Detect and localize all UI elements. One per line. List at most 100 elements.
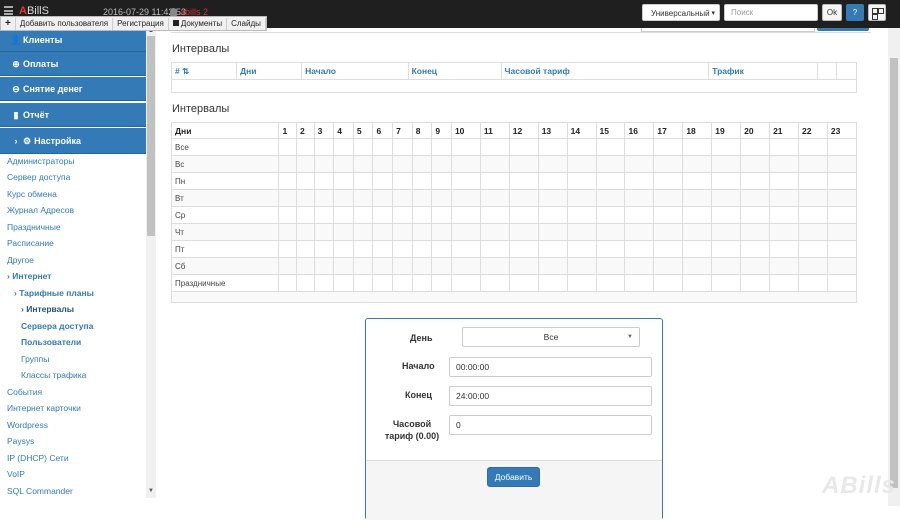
sidebar-item-withdraw[interactable]: ⊖ Снятие денег bbox=[0, 77, 146, 101]
grid-cell bbox=[682, 274, 713, 292]
qr-code-button[interactable] bbox=[868, 4, 886, 21]
grid-header-hour: 19 bbox=[711, 122, 742, 139]
sidebar-sub-ip-dhcp[interactable]: IP (DHCP) Сети bbox=[7, 453, 69, 463]
sidebar-sub-traffic-classes[interactable]: Классы трафика bbox=[21, 370, 86, 380]
grid-cell bbox=[431, 155, 452, 173]
grid-cell bbox=[450, 206, 481, 224]
sidebar-sub-admins[interactable]: Администраторы bbox=[7, 156, 74, 166]
grid-row: Сб bbox=[170, 257, 858, 275]
sidebar-item-clients[interactable]: 👤Клиенты bbox=[0, 28, 146, 52]
search-ok-button[interactable]: Ok bbox=[822, 4, 842, 21]
grid-cell bbox=[624, 223, 655, 241]
scroll-down-icon[interactable]: ▼ bbox=[148, 488, 154, 494]
sidebar-sub-holidays[interactable]: Праздничные bbox=[7, 222, 61, 232]
grid-cell bbox=[431, 189, 452, 207]
add-button[interactable]: Добавить bbox=[487, 467, 540, 487]
grid-cell bbox=[431, 257, 452, 275]
sidebar-sub-address-log[interactable]: Журнал Адресов bbox=[7, 205, 74, 215]
quick-add-user[interactable]: Добавить пользователя bbox=[16, 17, 114, 30]
grid-cell bbox=[411, 155, 433, 173]
grid-header-hour: 13 bbox=[537, 122, 568, 139]
grid-cell bbox=[566, 172, 597, 190]
grid-cell bbox=[653, 223, 684, 241]
grid-cell bbox=[392, 240, 413, 258]
caret-down-icon: ▾ bbox=[711, 10, 715, 17]
grid-cell bbox=[653, 274, 684, 292]
sidebar-scroll-thumb[interactable] bbox=[147, 36, 155, 236]
grid-cell bbox=[769, 172, 799, 190]
grid-cell bbox=[624, 257, 655, 275]
grid-cell bbox=[566, 240, 597, 258]
sidebar-sub-users[interactable]: Пользователи bbox=[21, 337, 81, 347]
grid-cell bbox=[566, 138, 597, 156]
page-scroll-thumb[interactable] bbox=[890, 58, 898, 488]
grid-cell bbox=[352, 223, 374, 241]
grid-day-label: Пн bbox=[170, 172, 280, 190]
partial-input[interactable] bbox=[641, 28, 815, 32]
quick-documents[interactable]: Документы bbox=[169, 17, 228, 30]
grid-cell bbox=[411, 240, 433, 258]
sort-icon[interactable]: ⇅ bbox=[182, 66, 189, 76]
grid-cell bbox=[372, 172, 394, 190]
sidebar-sub-sql-commander[interactable]: SQL Commander bbox=[7, 486, 73, 496]
quick-slides[interactable]: Слайды bbox=[227, 17, 266, 30]
sidebar-sub-voip[interactable]: VoIP bbox=[7, 469, 25, 479]
hamburger-menu-icon[interactable] bbox=[4, 6, 13, 15]
grid-cell bbox=[537, 138, 568, 156]
plus-icon[interactable]: + bbox=[1, 17, 16, 30]
sidebar-sub-groups[interactable]: Группы bbox=[21, 354, 49, 364]
sidebar-sub-paysys[interactable]: Paysys bbox=[7, 436, 34, 446]
quick-registration[interactable]: Регистрация bbox=[113, 17, 169, 30]
sidebar-item-payments[interactable]: ⊕ Оплаты bbox=[0, 52, 146, 76]
grid-cell bbox=[769, 189, 799, 207]
col-number[interactable]: # ⇅ bbox=[170, 62, 238, 80]
grid-cell bbox=[411, 223, 433, 241]
sidebar-sub-other[interactable]: Другое bbox=[7, 255, 34, 265]
col-days[interactable]: Дни bbox=[236, 62, 303, 80]
sidebar-sub-internet[interactable]: › Интернет bbox=[7, 271, 51, 281]
sidebar-item-report[interactable]: ▮ Отчёт bbox=[0, 103, 146, 127]
help-button[interactable]: ? bbox=[846, 4, 864, 21]
partial-button[interactable] bbox=[817, 28, 869, 31]
grid-cell bbox=[479, 189, 510, 207]
sidebar-scrollbar[interactable]: ▲ ▼ bbox=[146, 28, 156, 498]
col-hourly-tariff[interactable]: Часовой тариф bbox=[500, 62, 710, 80]
grid-cell bbox=[296, 189, 315, 207]
sidebar-sub-internet-cards[interactable]: Интернет карточки bbox=[7, 403, 81, 413]
sidebar-sub-access-servers[interactable]: Сервера доступа bbox=[21, 321, 93, 331]
grid-cell bbox=[333, 206, 354, 224]
form-footer: Добавить bbox=[366, 460, 662, 520]
start-time-input[interactable]: 00:00:00 bbox=[449, 357, 652, 377]
sidebar-sub-tariff-plans[interactable]: › Тарифные планы bbox=[14, 288, 94, 298]
grid-cell bbox=[313, 172, 335, 190]
day-select[interactable]: Все ▼ bbox=[462, 327, 640, 347]
grid-cell bbox=[333, 172, 354, 190]
grid-row: Ср bbox=[170, 206, 858, 224]
sidebar-sub-intervals[interactable]: › Интервалы bbox=[21, 304, 74, 314]
grid-cell bbox=[278, 274, 297, 292]
search-type-select[interactable]: Универсальный ▾ bbox=[642, 4, 720, 21]
grid-cell bbox=[740, 257, 771, 275]
grid-cell bbox=[624, 172, 655, 190]
grid-cell bbox=[411, 274, 433, 292]
search-input[interactable]: Поиск bbox=[724, 4, 818, 21]
col-end[interactable]: Конец bbox=[407, 62, 502, 80]
col-start[interactable]: Начало bbox=[301, 62, 409, 80]
grid-cell bbox=[508, 172, 539, 190]
sidebar-sub-exchange-rate[interactable]: Курс обмена bbox=[7, 189, 57, 199]
sidebar-sub-events[interactable]: События bbox=[7, 387, 42, 397]
grid-cell bbox=[537, 155, 568, 173]
sidebar-sub-access-server[interactable]: Сервер доступа bbox=[7, 172, 70, 182]
sidebar-sub-schedule[interactable]: Расписание bbox=[7, 238, 54, 248]
grid-cell bbox=[826, 155, 858, 173]
sidebar-item-settings[interactable]: › ⚙ Настройка bbox=[0, 128, 146, 154]
grid-header-hour: 18 bbox=[682, 122, 713, 139]
sidebar-sub-wordpress[interactable]: Wordpress bbox=[7, 420, 48, 430]
grid-cell bbox=[595, 274, 626, 292]
page-scrollbar[interactable] bbox=[888, 28, 900, 506]
end-time-input[interactable]: 24:00:00 bbox=[449, 386, 652, 406]
hourly-tariff-input[interactable]: 0 bbox=[449, 415, 652, 435]
start-label: Начало bbox=[402, 361, 435, 371]
col-traffic[interactable]: Трафик bbox=[708, 62, 818, 80]
grid-header-hour: 12 bbox=[508, 122, 539, 139]
